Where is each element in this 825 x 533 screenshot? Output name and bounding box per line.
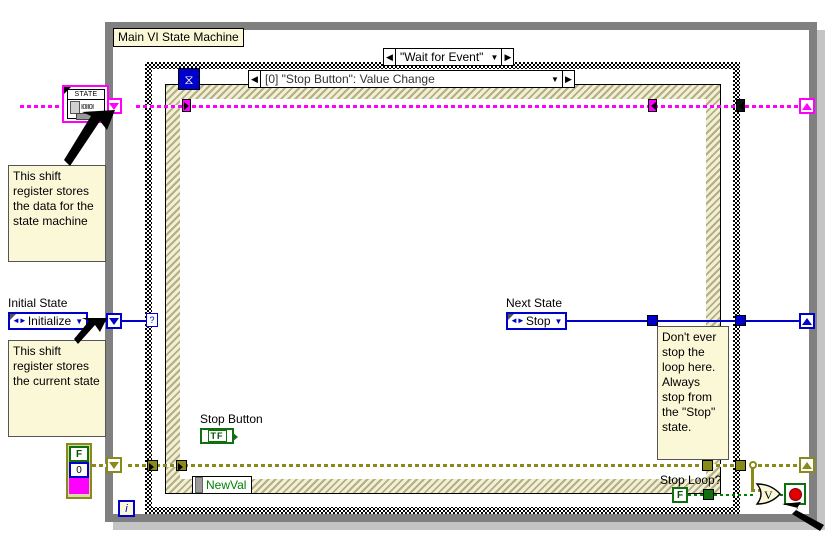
- block-diagram-canvas: Main VI State Machine ◀ "Wait for Event"…: [0, 0, 825, 533]
- case-tunnel-cluster-out[interactable]: [736, 99, 745, 112]
- error-wire-main[interactable]: [128, 464, 740, 467]
- cluster-constant-string[interactable]: [69, 478, 89, 494]
- case-chevron-down-icon[interactable]: ▼: [487, 49, 501, 65]
- comment-shift-register-state: This shift register stores the current s…: [8, 340, 106, 437]
- event-chevron-down-icon[interactable]: ▼: [548, 71, 562, 87]
- stop-button-label: Stop Button: [200, 412, 263, 426]
- error-wire-junction: [749, 461, 757, 469]
- event-next-arrow-icon[interactable]: ▶: [562, 71, 574, 87]
- stop-sign-icon: [788, 487, 802, 501]
- shift-register-error-right[interactable]: [799, 457, 815, 473]
- event-tunnel-stop-loop[interactable]: [703, 489, 714, 500]
- cluster-constant-numeric[interactable]: 0: [69, 462, 89, 478]
- event-data-node-newval[interactable]: NewVal: [192, 476, 253, 494]
- shift-register-state-right[interactable]: [799, 313, 815, 329]
- next-state-enum-control[interactable]: ◄► Stop ▼: [506, 312, 568, 330]
- event-prev-arrow-icon[interactable]: ◀: [249, 71, 261, 87]
- event-timeout-hourglass-icon[interactable]: ⧖: [178, 68, 200, 90]
- initial-state-value: Initialize: [27, 314, 72, 328]
- cluster-constant[interactable]: F 0: [66, 443, 92, 499]
- initial-state-corner-marker: [10, 314, 16, 320]
- case-selected-label: "Wait for Event": [400, 50, 484, 64]
- event-selected-label: [0] "Stop Button": Value Change: [265, 72, 435, 86]
- comment-shift-register-data: This shift register stores the data for …: [8, 165, 106, 262]
- case-prev-arrow-icon[interactable]: ◀: [384, 49, 396, 65]
- boolean-wire-to-or-gate[interactable]: [714, 494, 756, 496]
- comment-stop-loop-warning: Don't ever stop the loop here. Always st…: [657, 326, 729, 460]
- next-state-value: Stop: [525, 314, 551, 328]
- annotation-arrow-data-register: [64, 110, 115, 166]
- next-state-chevron-down-icon[interactable]: ▼: [555, 317, 566, 326]
- state-icon-corner-marker: [64, 87, 71, 94]
- annotation-arrow-state-register: [74, 318, 107, 344]
- error-wire-branch-vertical[interactable]: [751, 468, 754, 491]
- stop-loop-boolean-constant[interactable]: F: [672, 487, 688, 503]
- event-data-node-grip-icon: [195, 477, 203, 493]
- case-tunnel-error-out[interactable]: [735, 460, 746, 471]
- case-selector[interactable]: ◀ "Wait for Event" ▼ ▶: [383, 48, 515, 66]
- case-tunnel-next-state[interactable]: [735, 315, 746, 326]
- stop-button-output-arrow-icon: [232, 432, 238, 442]
- event-tunnel-cluster-out[interactable]: [648, 99, 657, 112]
- state-icon-title: STATE: [68, 90, 104, 100]
- cluster-wire-main-segment[interactable]: [136, 105, 811, 108]
- stop-button-tf-glyph: TF: [207, 430, 227, 442]
- event-selector[interactable]: ◀ [0] "Stop Button": Value Change ▼ ▶: [248, 70, 575, 88]
- stop-button-terminal[interactable]: TF: [200, 428, 238, 444]
- iteration-terminal[interactable]: i: [118, 500, 135, 517]
- initial-state-label: Initial State: [8, 296, 68, 310]
- event-tunnel-error-in[interactable]: [176, 460, 187, 471]
- error-wire-right[interactable]: [758, 464, 798, 467]
- svg-text:V: V: [764, 488, 773, 502]
- annotation-arrow-stop-terminal: [782, 502, 824, 531]
- cluster-constant-boolean[interactable]: F: [69, 446, 89, 462]
- diagram-label: Main VI State Machine: [113, 28, 244, 47]
- next-state-label: Next State: [506, 296, 563, 310]
- event-data-node-label: NewVal: [206, 478, 247, 492]
- next-state-corner-marker: [508, 314, 514, 320]
- event-tunnel-next-state[interactable]: [647, 315, 658, 326]
- event-tunnel-error-out[interactable]: [702, 460, 713, 471]
- case-tunnel-cluster-in[interactable]: [182, 99, 191, 112]
- case-tunnel-error-in[interactable]: [147, 460, 158, 471]
- enum-wire-next-state[interactable]: [555, 320, 805, 322]
- case-selector-terminal[interactable]: ?: [146, 313, 158, 327]
- shift-register-error-left[interactable]: [106, 457, 122, 473]
- case-next-arrow-icon[interactable]: ▶: [501, 49, 514, 65]
- shift-register-data-right[interactable]: [799, 98, 815, 114]
- stop-loop-label: Stop Loop?: [660, 473, 722, 487]
